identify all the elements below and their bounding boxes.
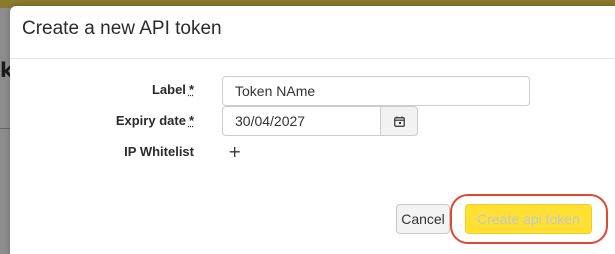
- ip-whitelist-label: IP Whitelist: [124, 144, 194, 159]
- calendar-icon: [393, 116, 405, 127]
- token-label-input[interactable]: Token NAme: [222, 76, 530, 106]
- date-picker-button[interactable]: [380, 106, 418, 136]
- expiry-date-input[interactable]: 30/04/2027: [222, 106, 380, 136]
- cancel-button[interactable]: Cancel: [396, 204, 450, 234]
- required-marker: *: [188, 113, 194, 128]
- dialog-title: Create a new API token: [22, 18, 222, 39]
- plus-icon[interactable]: +: [228, 142, 241, 162]
- expiry-date-group: 30/04/2027: [222, 106, 418, 136]
- create-api-token-dialog: Create a new API token Label * Token NAme…: [10, 6, 615, 254]
- backdrop-divider: [0, 128, 10, 129]
- expiry-date-label-text: Expiry date: [115, 113, 186, 128]
- required-marker: *: [188, 82, 194, 97]
- label-field-label: Label *: [22, 82, 194, 97]
- backdrop-page: [0, 8, 10, 254]
- expiry-date-label: Expiry date *: [22, 113, 194, 128]
- label-field-label-text: Label: [151, 82, 186, 97]
- dialog-header: Create a new API token: [10, 6, 615, 59]
- create-api-token-button[interactable]: Create api token: [465, 204, 592, 234]
